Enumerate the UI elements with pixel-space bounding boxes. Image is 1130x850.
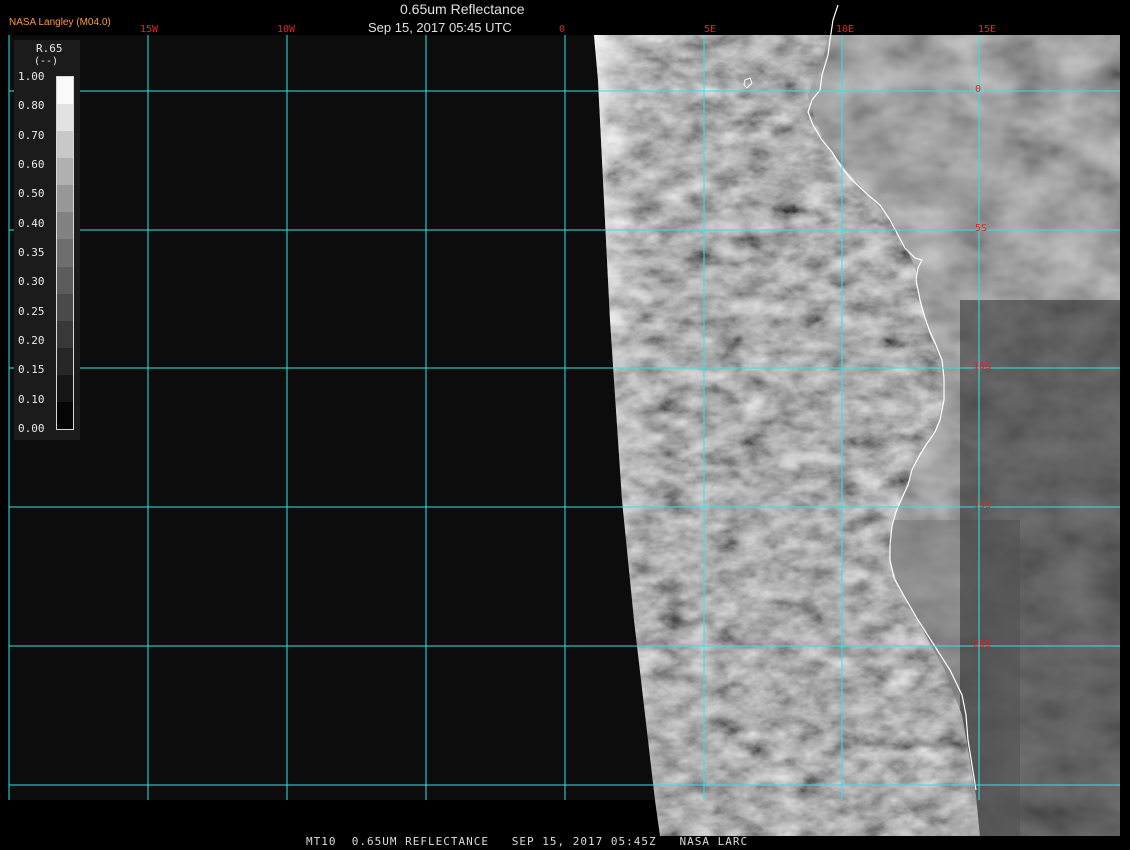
earth-disk [594, 35, 1120, 836]
colorbar-swatch [57, 401, 73, 429]
colorbar-label: 0.40 [18, 216, 45, 230]
image-footer: MT10 0.65UM REFLECTANCE SEP 15, 2017 05:… [306, 835, 749, 848]
colorbar-swatch [57, 293, 73, 321]
lat-label-15s: 15S [973, 500, 992, 511]
colorbar-label: 0.80 [18, 99, 45, 113]
colorbar-swatch [57, 158, 73, 186]
colorbar-label: 0.60 [18, 158, 45, 171]
legend-variable-name: R.65 [36, 42, 63, 55]
satellite-map [8, 4, 1120, 836]
lon-label-10w: 10W [277, 24, 296, 35]
colorbar-label: 1.00 [18, 70, 45, 83]
colorbar-swatch [57, 374, 73, 402]
colorbar-swatch [57, 212, 73, 240]
colorbar-label: 0.30 [18, 275, 45, 289]
colorbar-swatch [57, 104, 73, 132]
lat-label-10s: 10S [973, 361, 992, 372]
org-label: NASA Langley (M04.0) [9, 17, 111, 28]
lon-label-5e: 5E [704, 24, 717, 35]
lon-label-15w: 15W [140, 24, 159, 35]
lat-label-5s: 5S [975, 223, 988, 234]
colorbar-label: 0.35 [18, 246, 45, 259]
lon-label-0: 0 [559, 24, 566, 35]
colorbar-label: 0.20 [18, 334, 45, 347]
colorbar-swatch [57, 131, 73, 159]
colorbar-swatch [57, 185, 73, 213]
colorbar-swatch [57, 347, 73, 375]
colorbar-label: 0.50 [18, 187, 45, 201]
lon-label-15e: 15E [978, 24, 997, 35]
colorbar-swatch [57, 320, 73, 348]
lat-label-20s: 20S [973, 639, 992, 650]
colorbar-label: 0.25 [18, 304, 45, 318]
colorbar-label: 0.00 [18, 422, 45, 435]
lon-label-10e: 10E [836, 24, 855, 35]
image-title: 0.65um Reflectance [400, 1, 525, 17]
legend-units: (--) [34, 56, 59, 67]
colorbar-swatch [57, 239, 73, 267]
image-timestamp: Sep 15, 2017 05:45 UTC [368, 20, 512, 35]
colorbar-swatch [57, 76, 73, 105]
colorbar [56, 76, 74, 430]
colorbar-label: 0.15 [18, 363, 45, 377]
colorbar-label: 0.10 [18, 392, 45, 406]
satellite-image-viewer: 0.65um Reflectance Sep 15, 2017 05:45 UT… [0, 0, 1130, 850]
lat-label-0: 0 [975, 84, 982, 95]
colorbar-label: 0.70 [18, 128, 45, 142]
colorbar-swatch [57, 266, 73, 294]
